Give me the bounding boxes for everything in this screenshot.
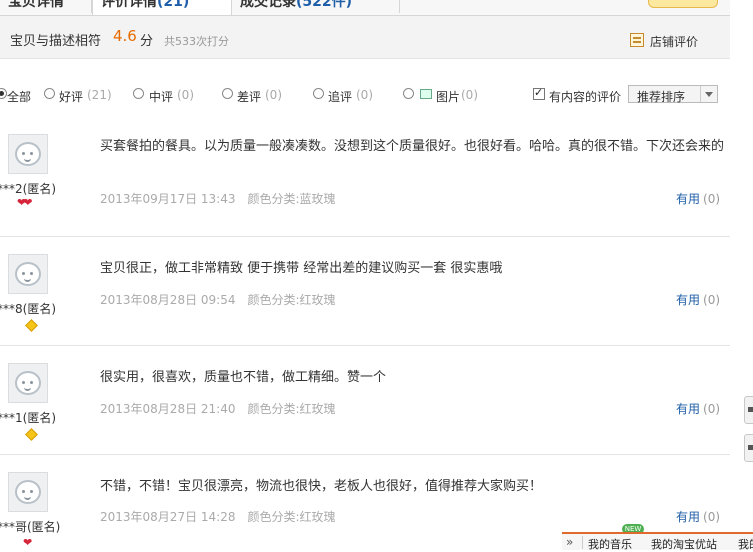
filter-good-count: (21): [87, 88, 112, 102]
filter-image-radio[interactable]: [403, 88, 414, 99]
toolbar-divider: [582, 536, 583, 549]
filter-followup-radio[interactable]: [313, 88, 324, 99]
review-date: 2013年09月17日 13:43: [100, 192, 236, 206]
review-item: ***1(匿名) 很实用，很喜欢，质量也不错，做工精细。赞一个 2013年08月…: [0, 346, 730, 455]
content-only-label[interactable]: 有内容的评价: [549, 88, 621, 105]
score-unit: 分: [140, 34, 154, 49]
rating-summary: 宝贝与描述相符 4.6 分 共533次打分 店铺评价: [0, 16, 730, 59]
review-variant: 颜色分类:红玫瑰: [247, 510, 336, 524]
review-date: 2013年08月28日 09:54: [100, 293, 236, 307]
useful-button[interactable]: 有用 (0): [676, 400, 720, 417]
side-top-icon: [748, 445, 753, 450]
avatar[interactable]: [8, 254, 48, 294]
review-meta: 2013年08月28日 21:40 颜色分类:红玫瑰: [100, 400, 336, 417]
buyer-level-diamond-icon: [25, 428, 38, 441]
filter-followup-count: (0): [356, 88, 373, 102]
picture-icon: [420, 89, 432, 99]
sort-value: 推荐排序: [637, 90, 686, 104]
review-filters: 全部 好评 (21) 中评 (0) 差评 (0) 追评 (0) 图片 (0) 有…: [0, 82, 730, 106]
buyer-level-diamond-icon: [25, 319, 38, 332]
score-label: 宝贝与描述相符: [10, 34, 102, 49]
bottom-toolbar: » 我的音乐 我的淘宝优站 我的: [562, 532, 753, 551]
review-username[interactable]: ***2(匿名): [0, 180, 56, 197]
review-username[interactable]: ***1(匿名): [0, 409, 56, 426]
tab-transactions[interactable]: 成交记录(522件): [232, 0, 400, 13]
content-only-checkbox[interactable]: [533, 86, 545, 100]
filter-good-label[interactable]: 好评: [59, 88, 83, 105]
chevron-down-icon[interactable]: [700, 86, 717, 102]
useful-button[interactable]: 有用 (0): [676, 190, 720, 207]
buyer-level-heart-icon: ❤: [23, 536, 32, 549]
review-meta: 2013年09月17日 13:43 颜色分类:蓝玫瑰: [100, 190, 336, 207]
useful-button[interactable]: 有用 (0): [676, 291, 720, 308]
default-avatar-icon: [15, 371, 41, 395]
filter-good-radio[interactable]: [44, 88, 55, 99]
filter-all-radio[interactable]: [0, 88, 7, 99]
useful-label: 有用: [676, 192, 701, 206]
default-avatar-icon: [15, 142, 41, 166]
review-date: 2013年08月27日 14:28: [100, 510, 236, 524]
filter-neutral-label[interactable]: 中评: [149, 88, 173, 105]
promo-badge-icon[interactable]: [648, 0, 718, 8]
review-text: 不错，不错！宝贝很漂亮，物流也很快，老板人也很好，值得推荐大家购买！: [100, 479, 543, 494]
detail-tabs: 宝贝详情 评价详情(21) 成交记录(522件): [0, 0, 730, 16]
useful-count: (0): [703, 192, 721, 206]
useful-label: 有用: [676, 402, 701, 416]
buyer-level-hearts-icon: ❤❤: [17, 196, 33, 209]
useful-count: (0): [703, 402, 721, 416]
default-avatar-icon: [15, 262, 41, 286]
useful-count: (0): [703, 510, 721, 524]
filter-bad-radio[interactable]: [222, 88, 233, 99]
review-username[interactable]: ***哥(匿名): [0, 518, 60, 535]
avatar[interactable]: [8, 134, 48, 174]
score-value: 4.6: [113, 27, 137, 45]
filter-all-label[interactable]: 全部: [7, 88, 31, 105]
review-date: 2013年08月28日 21:40: [100, 402, 236, 416]
review-meta: 2013年08月27日 14:28 颜色分类:红玫瑰: [100, 508, 336, 525]
review-text: 买套餐拍的餐具。以为质量一般凑凑数。没想到这个质量很好。也很好看。哈哈。真的很不…: [100, 139, 725, 154]
review-username[interactable]: ***8(匿名): [0, 300, 56, 317]
review-item: ***8(匿名) 宝贝很正，做工非常精致 便于携带 经常出差的建议购买一套 很实…: [0, 237, 730, 346]
score-count: 共533次打分: [164, 35, 229, 48]
useful-label: 有用: [676, 510, 701, 524]
tab-label: 宝贝详情: [8, 0, 64, 10]
tab-item-details[interactable]: 宝贝详情: [0, 0, 92, 13]
default-avatar-icon: [15, 480, 41, 504]
tab-count: (21): [157, 0, 190, 10]
shop-rating-link[interactable]: 店铺评价: [650, 33, 698, 50]
tab-reviews[interactable]: 评价详情(21): [92, 0, 232, 15]
side-feedback-button[interactable]: [744, 396, 753, 424]
review-variant: 颜色分类:蓝玫瑰: [247, 192, 336, 206]
review-variant: 颜色分类:红玫瑰: [247, 293, 336, 307]
side-feedback-icon: [748, 407, 753, 412]
review-text: 很实用，很喜欢，质量也不错，做工精细。赞一个: [100, 370, 387, 385]
filter-image-label[interactable]: 图片: [436, 88, 460, 105]
review-text: 宝贝很正，做工非常精致 便于携带 经常出差的建议购买一套 很实惠哦: [100, 261, 503, 276]
review-item: ***2(匿名) ❤❤ 买套餐拍的餐具。以为质量一般凑凑数。没想到这个质量很好。…: [0, 128, 730, 237]
filter-neutral-count: (0): [177, 88, 194, 102]
shop-rating-icon[interactable]: [630, 33, 644, 47]
filter-bad-count: (0): [265, 88, 282, 102]
tab-count: (522件): [296, 0, 353, 10]
filter-neutral-radio[interactable]: [133, 88, 144, 99]
useful-count: (0): [703, 293, 721, 307]
filter-image-count: (0): [461, 88, 478, 102]
filter-bad-label[interactable]: 差评: [237, 88, 261, 105]
useful-button[interactable]: 有用 (0): [676, 508, 720, 525]
side-top-button[interactable]: [744, 434, 753, 462]
review-meta: 2013年08月28日 09:54 颜色分类:红玫瑰: [100, 291, 336, 308]
sort-dropdown[interactable]: 推荐排序: [628, 85, 718, 104]
review-variant: 颜色分类:红玫瑰: [247, 402, 336, 416]
avatar[interactable]: [8, 363, 48, 403]
useful-label: 有用: [676, 293, 701, 307]
collapse-chevron-icon[interactable]: »: [566, 535, 573, 549]
avatar[interactable]: [8, 472, 48, 512]
tab-label: 评价详情: [101, 0, 157, 10]
filter-followup-label[interactable]: 追评: [328, 88, 352, 105]
tab-label: 成交记录: [240, 0, 296, 10]
